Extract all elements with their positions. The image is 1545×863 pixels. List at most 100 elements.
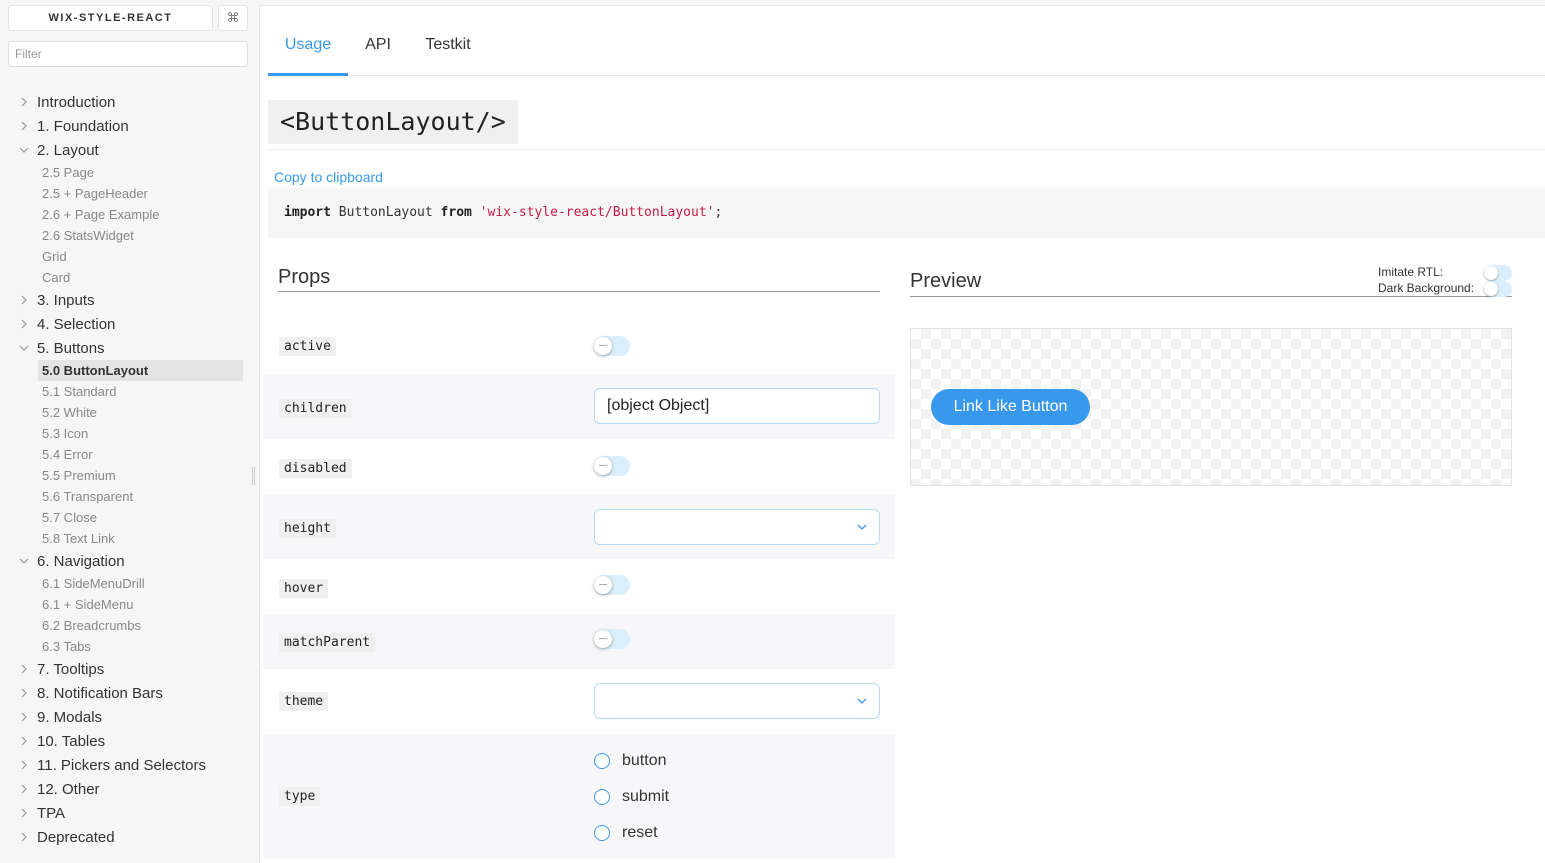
sidebar-subitem[interactable]: 5.2 White	[0, 402, 253, 423]
sidebar-subitem-label: Grid	[42, 249, 67, 264]
sidebar-subitem[interactable]: 2.6 StatsWidget	[0, 225, 253, 246]
sidebar-subitem[interactable]: 5.5 Premium	[0, 465, 253, 486]
sidebar-subitem-label: 2.5 + PageHeader	[42, 186, 148, 201]
sidebar-item-buttons[interactable]: 5. Buttons	[0, 336, 253, 360]
prop-row-height: height	[263, 494, 895, 559]
sidebar-subitem-label: 2.5 Page	[42, 165, 95, 180]
code-keyword: from	[440, 205, 472, 220]
chevron-down-icon	[19, 558, 29, 564]
props-heading: Props	[278, 266, 880, 292]
sidebar-subitem[interactable]: 5.1 Standard	[0, 381, 253, 402]
sidebar-subitem-label: 5.8 Text Link	[42, 531, 115, 546]
prop-row-children: children [object Object]	[263, 374, 895, 439]
sidebar-item-label: 8. Notification Bars	[37, 684, 163, 702]
sidebar-subitem[interactable]: 2.6 + Page Example	[0, 204, 253, 225]
dark-background-label: Dark Background:	[1378, 281, 1475, 295]
sidebar-item-tooltips[interactable]: 7. Tooltips	[0, 657, 253, 681]
dark-background-toggle[interactable]	[1484, 281, 1512, 297]
prop-name: hover	[279, 579, 329, 598]
disabled-toggle[interactable]	[594, 456, 630, 476]
sidebar-item-notification-bars[interactable]: 8. Notification Bars	[0, 681, 253, 705]
sidebar-item-introduction[interactable]: Introduction	[0, 90, 253, 114]
sidebar-subitem-label: Card	[42, 270, 71, 285]
height-select[interactable]	[594, 509, 880, 545]
hover-toggle[interactable]	[594, 575, 630, 595]
sidebar-nav: Introduction 1. Foundation 2. Layout 2.5…	[0, 90, 253, 849]
chevron-right-icon	[21, 736, 27, 746]
radio-label: submit	[622, 788, 670, 805]
imitate-rtl-toggle[interactable]	[1484, 265, 1512, 281]
sidebar-item-label: 2. Layout	[37, 141, 99, 159]
chevron-right-icon	[21, 664, 27, 674]
main-panel: Usage API Testkit <ButtonLayout/> Copy t…	[259, 5, 1545, 863]
radio-circle-icon	[594, 753, 610, 769]
sidebar-resize-handle[interactable]	[252, 467, 255, 485]
filter-input[interactable]	[8, 41, 248, 67]
sidebar-item-modals[interactable]: 9. Modals	[0, 705, 253, 729]
sidebar-subitem[interactable]: 5.7 Close	[0, 507, 253, 528]
sidebar-subitem-label: 5.2 White	[42, 405, 97, 420]
matchparent-toggle[interactable]	[594, 629, 630, 649]
sidebar-subitem-label: 5.5 Premium	[42, 468, 116, 483]
sidebar-item-label: 11. Pickers and Selectors	[37, 756, 206, 774]
sidebar-item-navigation[interactable]: 6. Navigation	[0, 549, 253, 573]
chevron-right-icon	[21, 688, 27, 698]
sidebar-subitem[interactable]: 5.4 Error	[0, 444, 253, 465]
sidebar-subitem[interactable]: 5.8 Text Link	[0, 528, 253, 549]
code-keyword: import	[284, 205, 331, 220]
toggle-knob	[1484, 266, 1498, 280]
sidebar-subitem[interactable]: 6.2 Breadcrumbs	[0, 615, 253, 636]
radio-button[interactable]: button	[594, 751, 666, 771]
sidebar-item-tables[interactable]: 10. Tables	[0, 729, 253, 753]
sidebar-subitem[interactable]: 6.3 Tabs	[0, 636, 253, 657]
sidebar-item-label: 1. Foundation	[37, 117, 129, 135]
sidebar-subitem[interactable]: 2.5 Page	[0, 162, 253, 183]
prop-name: disabled	[279, 459, 352, 478]
sidebar-item-other[interactable]: 12. Other	[0, 777, 253, 801]
sidebar-item-inputs[interactable]: 3. Inputs	[0, 288, 253, 312]
sidebar-subitem[interactable]: 6.1 SideMenuDrill	[0, 573, 253, 594]
command-icon[interactable]: ⌘	[218, 5, 248, 31]
brand-button[interactable]: WIX-STYLE-REACT	[8, 5, 213, 31]
sidebar-item-foundation[interactable]: 1. Foundation	[0, 114, 253, 138]
sidebar-item-label: 6. Navigation	[37, 552, 125, 570]
sidebar-item-deprecated[interactable]: Deprecated	[0, 825, 253, 849]
children-input[interactable]: [object Object]	[594, 388, 880, 424]
prop-name: height	[279, 519, 336, 538]
code-string: 'wix-style-react/ButtonLayout'	[479, 205, 715, 220]
sidebar-subitem[interactable]: 6.1 + SideMenu	[0, 594, 253, 615]
sidebar-subitem-label: 6.2 Breadcrumbs	[42, 618, 141, 633]
chevron-right-icon	[21, 121, 27, 131]
chevron-right-icon	[21, 784, 27, 794]
sidebar-subitem[interactable]: 2.5 + PageHeader	[0, 183, 253, 204]
sidebar-subitem[interactable]: Grid	[0, 246, 253, 267]
import-code-block: import ButtonLayout from 'wix-style-reac…	[268, 188, 1545, 238]
sidebar-subitem[interactable]: Card	[0, 267, 253, 288]
copy-to-clipboard-link[interactable]: Copy to clipboard	[274, 169, 383, 185]
sidebar-subitem[interactable]: 5.3 Icon	[0, 423, 253, 444]
active-toggle[interactable]	[594, 336, 630, 356]
theme-select[interactable]	[594, 683, 880, 719]
sidebar-subitem[interactable]: 5.6 Transparent	[0, 486, 253, 507]
prop-name: type	[279, 787, 321, 806]
sidebar-subitem-label: 5.4 Error	[42, 447, 93, 462]
sidebar-subitem-label: 5.7 Close	[42, 510, 97, 525]
toggle-knob	[594, 576, 612, 594]
prop-name: children	[279, 399, 352, 418]
chevron-right-icon	[21, 319, 27, 329]
tab-testkit[interactable]: Testkit	[418, 6, 478, 76]
sidebar-subitem-active[interactable]: 5.0 ButtonLayout	[0, 360, 253, 381]
sidebar-item-layout[interactable]: 2. Layout	[0, 138, 253, 162]
sidebar-item-tpa[interactable]: TPA	[0, 801, 253, 825]
tab-usage[interactable]: Usage	[268, 6, 348, 76]
sidebar-item-label: 5. Buttons	[37, 339, 105, 357]
tab-api[interactable]: API	[358, 6, 398, 76]
page-title: <ButtonLayout/>	[268, 100, 518, 144]
link-like-button[interactable]: Link Like Button	[931, 389, 1090, 425]
sidebar-item-selection[interactable]: 4. Selection	[0, 312, 253, 336]
radio-submit[interactable]: submit	[594, 787, 669, 807]
sidebar-item-pickers[interactable]: 11. Pickers and Selectors	[0, 753, 253, 777]
radio-reset[interactable]: reset	[594, 823, 658, 843]
sidebar-item-label: TPA	[37, 804, 66, 822]
sidebar-subitem-label: 5.6 Transparent	[42, 489, 134, 504]
